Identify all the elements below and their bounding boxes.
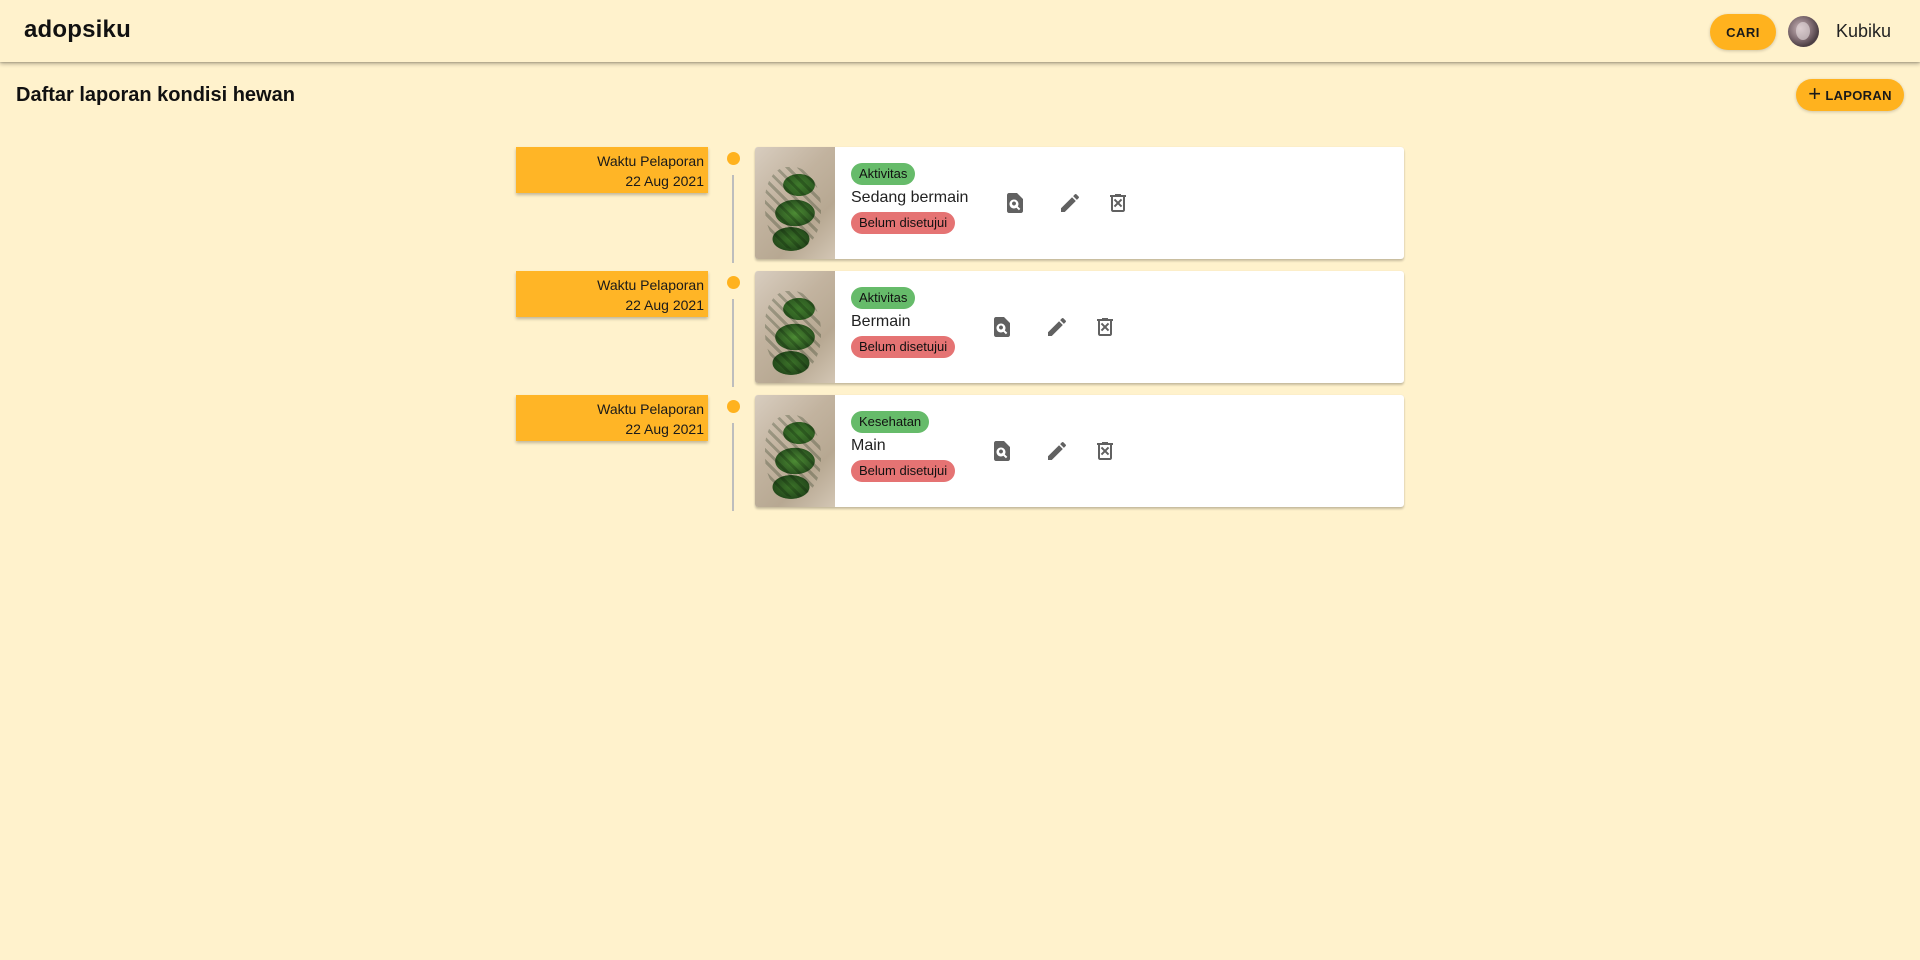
brand-logo[interactable]: adopsiku bbox=[24, 16, 131, 44]
timeline-connector bbox=[732, 299, 734, 387]
status-chip: Belum disetujui bbox=[851, 460, 956, 482]
pet-photo bbox=[755, 271, 835, 383]
report-time-label: Waktu Pelaporan bbox=[597, 277, 704, 293]
timeline-dot bbox=[727, 400, 740, 413]
edit-report-button[interactable] bbox=[1045, 315, 1069, 339]
user-name[interactable]: Kubiku bbox=[1836, 21, 1891, 42]
pet-photo bbox=[755, 147, 835, 259]
search-button[interactable]: CARI bbox=[1710, 14, 1776, 50]
status-chip: Belum disetujui bbox=[851, 336, 956, 358]
app-bar: adopsiku CARI Kubiku bbox=[0, 0, 1920, 62]
timeline-dot bbox=[727, 276, 740, 289]
report-date: 22 Aug 2021 bbox=[625, 421, 704, 437]
timeline-connector bbox=[732, 423, 734, 511]
delete-report-button[interactable] bbox=[1093, 315, 1117, 339]
search-document-icon bbox=[1007, 193, 1023, 213]
search-document-icon bbox=[994, 441, 1010, 461]
status-chip: Belum disetujui bbox=[851, 212, 956, 234]
report-time-label: Waktu Pelaporan bbox=[597, 401, 704, 417]
view-report-button[interactable] bbox=[1003, 191, 1027, 215]
delete-icon bbox=[1097, 442, 1113, 460]
report-time-label: Waktu Pelaporan bbox=[597, 153, 704, 169]
category-chip: Aktivitas bbox=[851, 163, 916, 185]
report-card: Aktivitas Bermain Belum disetujui bbox=[755, 271, 1404, 383]
timeline-connector bbox=[732, 175, 734, 263]
report-date: 22 Aug 2021 bbox=[625, 173, 704, 189]
report-title: Sedang bermain bbox=[851, 189, 969, 206]
category-chip: Aktivitas bbox=[851, 287, 916, 309]
timeline-item: Waktu Pelaporan 22 Aug 2021 Aktivitas Se… bbox=[0, 147, 1920, 271]
delete-report-button[interactable] bbox=[1093, 439, 1117, 463]
category-chip: Kesehatan bbox=[851, 411, 930, 433]
report-title: Main bbox=[851, 437, 886, 454]
pencil-icon bbox=[1061, 193, 1080, 212]
timeline-dot bbox=[727, 152, 740, 165]
timeline-item: Waktu Pelaporan 22 Aug 2021 Aktivitas Be… bbox=[0, 271, 1920, 395]
edit-report-button[interactable] bbox=[1045, 439, 1069, 463]
view-report-button[interactable] bbox=[990, 315, 1014, 339]
search-document-icon bbox=[994, 317, 1010, 337]
pet-photo bbox=[755, 395, 835, 507]
report-time-box: Waktu Pelaporan 22 Aug 2021 bbox=[516, 147, 708, 193]
delete-report-button[interactable] bbox=[1106, 191, 1130, 215]
report-timeline: Waktu Pelaporan 22 Aug 2021 Aktivitas Se… bbox=[0, 0, 1920, 960]
delete-icon bbox=[1097, 318, 1113, 336]
avatar[interactable] bbox=[1788, 16, 1819, 47]
report-card: Kesehatan Main Belum disetujui bbox=[755, 395, 1404, 507]
report-time-box: Waktu Pelaporan 22 Aug 2021 bbox=[516, 395, 708, 441]
view-report-button[interactable] bbox=[990, 439, 1014, 463]
report-time-box: Waktu Pelaporan 22 Aug 2021 bbox=[516, 271, 708, 317]
delete-icon bbox=[1110, 194, 1126, 212]
report-date: 22 Aug 2021 bbox=[625, 297, 704, 313]
edit-report-button[interactable] bbox=[1058, 191, 1082, 215]
timeline-item: Waktu Pelaporan 22 Aug 2021 Kesehatan Ma… bbox=[0, 395, 1920, 519]
report-card: Aktivitas Sedang bermain Belum disetujui bbox=[755, 147, 1404, 259]
pencil-icon bbox=[1048, 441, 1067, 460]
pencil-icon bbox=[1048, 317, 1067, 336]
report-title: Bermain bbox=[851, 313, 911, 330]
